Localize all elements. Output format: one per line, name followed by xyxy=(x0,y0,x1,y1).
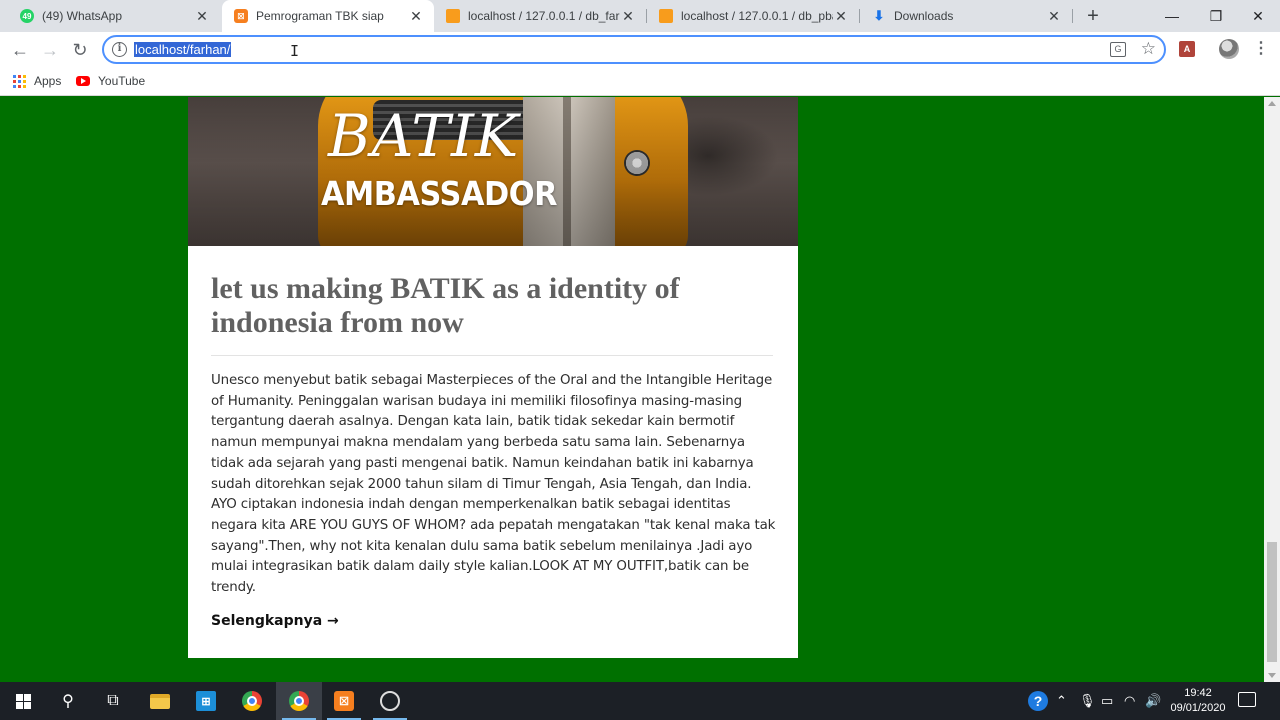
bookmark-star-icon[interactable]: ☆ xyxy=(1141,39,1156,59)
new-tab-button[interactable]: + xyxy=(1081,4,1105,28)
tab-title: Downloads xyxy=(894,9,954,23)
close-tab-icon[interactable]: ✕ xyxy=(833,8,849,25)
tab-phpmyadmin-pbar[interactable]: localhost / 127.0.0.1 / db_pbar ✕ xyxy=(647,0,859,32)
search-icon: ⚲ xyxy=(62,693,74,710)
file-explorer-icon xyxy=(150,693,170,709)
bookmark-label: YouTube xyxy=(98,74,146,88)
chevron-up-icon: ⌃ xyxy=(1056,693,1067,708)
post-body: Unesco menyebut batik sebagai Masterpiec… xyxy=(211,373,776,596)
chrome-profile-icon xyxy=(289,691,309,711)
tab-strip: 49 (49) WhatsApp ✕ ☒ Pemrograman TBK sia… xyxy=(0,0,1280,32)
search-button[interactable]: ⚲ xyxy=(45,682,91,720)
tab-separator xyxy=(1072,9,1073,23)
scroll-down-icon[interactable] xyxy=(1268,673,1276,678)
post-title: let us making BATIK as a identity of ind… xyxy=(211,272,680,339)
tab-downloads[interactable]: ⬇ Downloads ✕ xyxy=(860,0,1072,32)
page-scrollbar[interactable] xyxy=(1264,97,1280,682)
browser-toolbar: ← → ↻ i localhost/farhan/ G ☆ xyxy=(0,32,1280,68)
task-view-icon: ⧉ xyxy=(107,692,119,709)
hero-title-script: BATIK xyxy=(328,102,520,170)
scrollbar-thumb[interactable] xyxy=(1267,542,1277,662)
whatsapp-icon: 49 xyxy=(20,9,34,23)
help-icon: ? xyxy=(1028,691,1048,711)
chrome-button[interactable] xyxy=(229,682,275,720)
close-window-button[interactable]: ✕ xyxy=(1236,0,1280,32)
divider xyxy=(211,355,773,356)
youtube-icon xyxy=(76,76,90,86)
tab-title: localhost / 127.0.0.1 / db_pbar xyxy=(681,9,833,23)
clock-date: 09/01/2020 xyxy=(1170,702,1226,714)
site-info-icon[interactable]: i xyxy=(112,42,127,57)
tab-title: Pemrograman TBK siap xyxy=(256,9,384,23)
speaker-icon: 🔊 xyxy=(1145,693,1162,708)
obs-button[interactable] xyxy=(367,682,413,720)
store-button[interactable]: ⊞ xyxy=(183,682,229,720)
pdf-extension-icon[interactable]: A xyxy=(1179,41,1195,57)
chrome-icon xyxy=(242,691,262,711)
text-cursor-icon: I xyxy=(290,42,300,60)
address-text[interactable]: localhost/farhan/ xyxy=(134,42,232,58)
task-view-button[interactable]: ⧉ xyxy=(90,682,136,720)
apps-grid-icon xyxy=(13,74,26,88)
power-tray[interactable]: ▭ xyxy=(1101,682,1113,720)
reload-button[interactable]: ↻ xyxy=(68,38,92,62)
post-card: BATIK AMBASSADOR let us making BATIK as … xyxy=(188,97,798,658)
post-hero-image: BATIK AMBASSADOR xyxy=(188,97,798,246)
chrome-profile-button[interactable] xyxy=(276,682,322,720)
close-tab-icon[interactable]: ✕ xyxy=(620,8,636,25)
tray-overflow[interactable]: ⌃ xyxy=(1056,682,1067,720)
start-button[interactable] xyxy=(0,682,46,720)
reload-icon: ↻ xyxy=(72,39,88,60)
start-icon xyxy=(15,693,31,709)
profile-avatar[interactable] xyxy=(1219,39,1239,59)
bookmark-apps[interactable]: Apps xyxy=(13,71,61,91)
bookmark-label: Apps xyxy=(34,74,62,88)
network-tray[interactable]: ◠ xyxy=(1124,682,1135,720)
xampp-icon: ☒ xyxy=(234,9,248,23)
arrow-left-icon: ← xyxy=(11,39,29,60)
microphone-icon: 🎙 xyxy=(1079,693,1096,708)
tab-phpmyadmin-farhan[interactable]: localhost / 127.0.0.1 / db_farha ✕ xyxy=(434,0,646,32)
close-tab-icon[interactable]: ✕ xyxy=(1046,8,1062,25)
address-bar[interactable]: i localhost/farhan/ G ☆ xyxy=(102,35,1166,64)
back-button[interactable]: ← xyxy=(8,38,32,62)
tab-title: localhost / 127.0.0.1 / db_farha xyxy=(468,9,620,23)
obs-icon xyxy=(380,691,400,711)
clock-time: 19:42 xyxy=(1184,687,1212,699)
close-tab-icon[interactable]: ✕ xyxy=(408,8,424,25)
bookmark-youtube[interactable]: YouTube xyxy=(76,71,145,91)
file-explorer-button[interactable] xyxy=(137,682,183,720)
tab-whatsapp[interactable]: 49 (49) WhatsApp ✕ xyxy=(8,0,220,32)
close-tab-icon[interactable]: ✕ xyxy=(194,8,210,25)
volume-tray[interactable]: 🔊 xyxy=(1145,682,1161,720)
translate-icon[interactable]: G xyxy=(1110,42,1126,57)
windows-taskbar: ⚲ ⧉ ⊞ ☒ ? ⌃ 🎙 ▭ ◠ 🔊 19:42 09/01/2020 xyxy=(0,682,1280,720)
scroll-up-icon[interactable] xyxy=(1268,101,1276,106)
xampp-icon: ☒ xyxy=(334,691,354,711)
arrow-right-icon: → xyxy=(41,39,59,60)
xampp-button[interactable]: ☒ xyxy=(321,682,367,720)
forward-button[interactable]: → xyxy=(38,38,62,62)
minimize-button[interactable]: — xyxy=(1150,0,1194,32)
tab-pemrograman[interactable]: ☒ Pemrograman TBK siap ✕ xyxy=(222,0,434,32)
bookmarks-bar: Apps YouTube xyxy=(0,68,1280,96)
browser-menu-icon[interactable]: ⋮ xyxy=(1253,38,1269,60)
system-clock[interactable]: 19:42 09/01/2020 xyxy=(1160,686,1236,716)
help-tray[interactable]: ? xyxy=(1028,682,1048,720)
wifi-icon: ◠ xyxy=(1124,693,1136,708)
tab-title: (49) WhatsApp xyxy=(42,9,123,23)
read-more-link[interactable]: Selengkapnya → xyxy=(211,613,339,629)
phpmyadmin-icon xyxy=(446,9,460,23)
notification-center-icon[interactable] xyxy=(1238,692,1256,707)
page-viewport: BATIK AMBASSADOR let us making BATIK as … xyxy=(0,97,1264,682)
restore-button[interactable]: ❐ xyxy=(1194,0,1238,32)
hero-title-bold: AMBASSADOR xyxy=(321,174,558,213)
microphone-tray[interactable]: 🎙 xyxy=(1079,682,1096,720)
store-icon: ⊞ xyxy=(196,691,216,711)
download-icon: ⬇ xyxy=(873,8,885,23)
phpmyadmin-icon xyxy=(659,9,673,23)
battery-icon: ▭ xyxy=(1101,693,1114,708)
